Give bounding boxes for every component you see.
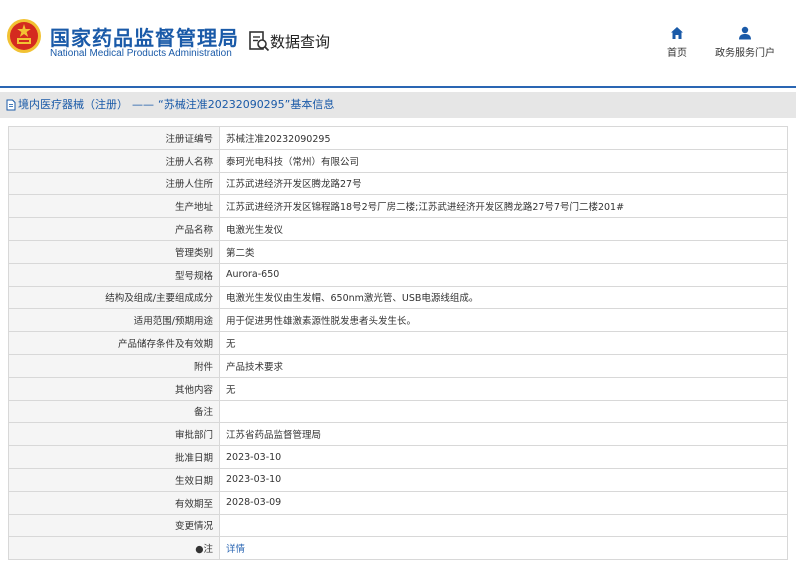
home-icon: [671, 27, 683, 39]
user-icon: [739, 26, 751, 40]
nav-portal-link[interactable]: 政务服务门户: [712, 26, 778, 59]
table-row: 注册证编号 苏械注准20232090295: [8, 126, 788, 150]
table-row: 型号规格 Aurora-650: [8, 262, 788, 287]
table-row: 批准日期 2023-03-10: [8, 445, 788, 469]
row-label: 型号规格: [8, 262, 220, 287]
table-row: 有效期至 2028-03-09: [8, 490, 788, 515]
details-link[interactable]: 详情: [226, 544, 245, 555]
row-label: 产品名称: [8, 217, 220, 241]
row-value: [219, 513, 788, 538]
row-value: 电激光生发仪由生发帽、650nm激光管、USB电源线组成。: [219, 285, 788, 310]
table-row: 产品名称 电激光生发仪: [8, 217, 788, 241]
row-value: Aurora-650: [219, 262, 788, 287]
row-value: 无: [219, 331, 788, 355]
row-label: 生产地址: [8, 194, 220, 219]
table-row: 注册人名称 泰珂光电科技（常州）有限公司: [8, 148, 788, 173]
row-label: 审批部门: [8, 422, 220, 447]
header-divider: [0, 86, 796, 88]
nav-home-label: 首页: [667, 48, 687, 59]
breadcrumb-separator: ——: [132, 98, 154, 111]
row-label: 其他内容: [8, 376, 220, 401]
site-header: 国家药品监督管理局 National Medical Products Admi…: [0, 0, 796, 88]
row-label: 产品储存条件及有效期: [8, 331, 220, 355]
table-row: ●注 详情: [8, 536, 788, 561]
row-value: 江苏武进经济开发区腾龙路27号: [219, 171, 788, 196]
row-label: 变更情况: [8, 513, 220, 538]
table-row: 备注: [8, 399, 788, 424]
row-value: 第二类: [219, 239, 788, 264]
table-row: 管理类别 第二类: [8, 239, 788, 264]
table-row: 变更情况: [8, 513, 788, 538]
row-label: 注册人住所: [8, 171, 220, 196]
breadcrumb-category[interactable]: 境内医疗器械（注册）: [18, 98, 128, 111]
row-value: 电激光生发仪: [219, 217, 788, 241]
document-icon: [6, 99, 16, 111]
row-label: 附件: [8, 353, 220, 378]
nav-home-link[interactable]: 首页: [664, 26, 690, 59]
nav-portal-label: 政务服务门户: [715, 48, 775, 59]
breadcrumb-current: “苏械注准20232090295”基本信息: [158, 98, 335, 111]
table-row: 附件 产品技术要求: [8, 353, 788, 378]
row-label: 结构及组成/主要组成成分: [8, 285, 220, 310]
row-label: 批准日期: [8, 445, 220, 469]
row-value: 产品技术要求: [219, 353, 788, 378]
row-label: 适用范围/预期用途: [8, 308, 220, 333]
site-title-en: National Medical Products Administration: [50, 48, 232, 59]
row-value: 江苏武进经济开发区锦程路18号2号厂房二楼;江苏武进经济开发区腾龙路27号7号门…: [219, 194, 788, 219]
table-row: 产品储存条件及有效期无: [8, 331, 788, 355]
row-label: 管理类别: [8, 239, 220, 264]
row-value: [219, 399, 788, 424]
data-query-label[interactable]: 数据查询: [270, 31, 330, 52]
row-label: 备注: [8, 399, 220, 424]
table-row: 其他内容无: [8, 376, 788, 401]
row-value: 2023-03-10: [219, 445, 788, 469]
row-value: 详情: [219, 536, 788, 561]
row-label: 注册证编号: [8, 126, 220, 150]
row-label: ●注: [8, 536, 220, 561]
table-row: 审批部门 江苏省药品监督管理局: [8, 422, 788, 447]
row-value: 江苏省药品监督管理局: [219, 422, 788, 447]
national-emblem-icon: [7, 19, 41, 53]
row-value: 无: [219, 376, 788, 401]
table-row: 生效日期 2023-03-10: [8, 467, 788, 492]
table-row: 结构及组成/主要组成成分 电激光生发仪由生发帽、650nm激光管、USB电源线组成…: [8, 285, 788, 310]
table-row: 生产地址 江苏武进经济开发区锦程路18号2号厂房二楼;江苏武进经济开发区腾龙路27…: [8, 194, 788, 219]
table-row: 适用范围/预期用途 用于促进男性雄激素源性脱发患者头发生长。: [8, 308, 788, 333]
row-value: 2023-03-10: [219, 467, 788, 492]
row-value: 泰珂光电科技（常州）有限公司: [219, 148, 788, 173]
breadcrumb: 境内医疗器械（注册） —— “苏械注准20232090295”基本信息: [0, 92, 796, 118]
table-row: 注册人住所 江苏武进经济开发区腾龙路27号: [8, 171, 788, 196]
site-title-cn: 国家药品监督管理局: [50, 26, 239, 50]
row-label: 生效日期: [8, 467, 220, 492]
row-value: 苏械注准20232090295: [219, 126, 788, 150]
row-label: 注册人名称: [8, 148, 220, 173]
row-value: 用于促进男性雄激素源性脱发患者头发生长。: [219, 308, 788, 333]
row-value: 2028-03-09: [219, 490, 788, 515]
registration-info-table: 注册证编号 苏械注准20232090295 注册人名称 泰珂光电科技（常州）有限公司…: [8, 126, 788, 561]
row-label: 有效期至: [8, 490, 220, 515]
data-query-icon: [249, 31, 270, 52]
